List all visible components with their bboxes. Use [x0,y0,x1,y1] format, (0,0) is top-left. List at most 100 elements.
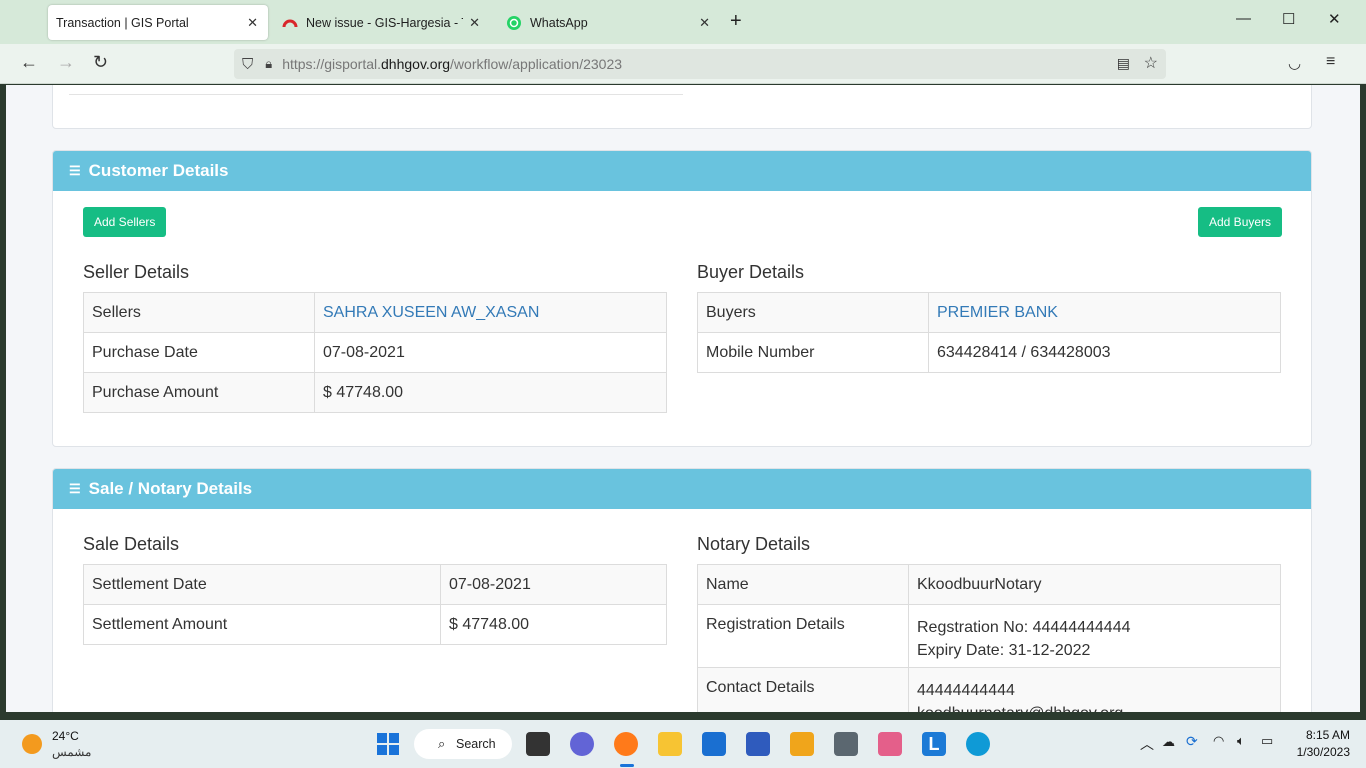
tab-title: Transaction | GIS Portal [56,15,189,30]
row-label: Purchase Amount [83,372,315,413]
reload-icon[interactable]: ↻ [93,52,108,73]
tab-title: New issue - GIS-Hargesia - Team [306,15,463,30]
close-tab-icon[interactable]: ✕ [469,15,480,31]
task-view-icon[interactable] [526,732,550,756]
notary-details-title: Notary Details [697,534,811,554]
contact-phone: 44444444444 [917,682,1015,699]
battery-icon[interactable]: ▭ [1261,733,1273,749]
forward-icon[interactable]: → [57,52,75,73]
file-explorer-icon[interactable] [658,732,682,756]
row-label: Name [697,564,909,605]
maximize-icon[interactable]: ☐ [1282,10,1295,28]
l-app-icon[interactable]: L [922,732,946,756]
whatsapp-icon [506,15,522,31]
tab-transaction[interactable]: Transaction | GIS Portal ✕ [48,5,268,40]
list-icon: ☰ [69,163,81,178]
shield-icon[interactable]: ⛉ [242,56,253,73]
tab-title: WhatsApp [530,15,588,30]
search-icon: ⌕ [438,736,446,751]
clock-time[interactable]: 8:15 AM [1290,728,1350,742]
seller-name-link[interactable]: SAHRA XUSEEN AW_XASAN [314,292,667,333]
edge-icon[interactable] [966,732,990,756]
address-bar[interactable]: ⛉ 🔒︎ https://gisportal.dhhgov.org/workfl… [234,49,1166,79]
sale-table: Settlement Date 07-08-2021 Settlement Am… [83,564,667,645]
customer-details-card: ☰ Customer Details Add Sellers Add Buyer… [52,150,1312,447]
cloud-off-icon[interactable]: ☁ [1162,734,1175,750]
new-tab-button[interactable]: + [730,10,742,33]
notary-table: Name KkoodbuurNotary Registration Detail… [697,564,1281,712]
sale-details-title: Sale Details [83,534,180,554]
tab-whatsapp[interactable]: WhatsApp ✕ [498,5,720,40]
buyer-name-link[interactable]: PREMIER BANK [928,292,1281,333]
row-value: 07-08-2021 [314,332,667,373]
divider [69,94,683,95]
add-sellers-button[interactable]: Add Sellers [83,207,167,237]
table-row: Mobile Number 634428414 / 634428003 [697,332,1281,373]
teams-chat-icon[interactable] [570,732,594,756]
pocket-icon[interactable]: ◡ [1288,54,1301,72]
weather-desc[interactable]: مشمس [52,745,91,759]
table-row: Buyers PREMIER BANK [697,292,1281,333]
table-row: Settlement Amount $ 47748.00 [83,604,667,645]
buyer-table: Buyers PREMIER BANK Mobile Number 634428… [697,292,1281,373]
previous-card [52,85,1312,129]
row-label: Settlement Amount [83,604,441,645]
windows-start-icon[interactable] [376,732,400,756]
row-label: Purchase Date [83,332,315,373]
sync-icon[interactable]: ⟳ [1186,733,1198,750]
table-row: Purchase Amount $ 47748.00 [83,372,667,413]
chevron-up-icon[interactable]: ︿ [1140,734,1154,754]
add-buyers-button[interactable]: Add Buyers [1198,207,1283,237]
gauge-icon [282,15,298,31]
store-icon[interactable] [746,732,770,756]
tab-new-issue[interactable]: New issue - GIS-Hargesia - Team ✕ [274,5,490,40]
taskbar-search[interactable]: ⌕ Search [414,729,512,759]
reader-view-icon[interactable]: ▤ [1117,55,1130,72]
row-label: Contact Details [697,667,909,712]
close-tab-icon[interactable]: ✕ [247,15,258,31]
expiry-date: Expiry Date: 31-12-2022 [917,642,1091,659]
table-row: Settlement Date 07-08-2021 [83,564,667,605]
row-value: 44444444444 koodbuurnotary@dhhgov.org [908,667,1281,712]
seller-details-title: Seller Details [83,262,190,282]
snipping-tool-icon[interactable] [878,732,902,756]
browser-tab-bar: Transaction | GIS Portal ✕ New issue - G… [0,0,1366,44]
card-title: Sale / Notary Details [88,479,253,498]
sun-icon[interactable] [22,734,42,754]
app-icon[interactable] [790,732,814,756]
row-label: Settlement Date [83,564,441,605]
taskbar: 24°C مشمس ⌕ Search L ︿ ☁ ⟳ ◠ 🔈︎ ▭ 8:15 A… [0,720,1366,768]
table-row: Name KkoodbuurNotary [697,564,1281,605]
volume-icon[interactable]: 🔈︎ [1237,733,1245,749]
table-row: Registration Details Regstration No: 444… [697,604,1281,668]
search-label: Search [456,737,496,751]
star-icon[interactable]: ☆ [1144,53,1158,73]
row-value: Regstration No: 44444444444 Expiry Date:… [908,604,1281,668]
wifi-icon[interactable]: ◠ [1213,733,1224,749]
row-value: $ 47748.00 [440,604,667,645]
row-value: KkoodbuurNotary [908,564,1281,605]
minimize-icon[interactable]: — [1236,10,1251,27]
firefox-icon[interactable] [614,732,638,756]
back-icon[interactable]: ← [20,52,38,73]
row-label: Sellers [83,292,315,333]
table-row: Contact Details 44444444444 koodbuurnota… [697,667,1281,712]
mail-icon[interactable] [702,732,726,756]
row-label: Mobile Number [697,332,929,373]
row-value: 07-08-2021 [440,564,667,605]
url-text[interactable]: https://gisportal.dhhgov.org/workflow/ap… [282,56,622,72]
close-window-icon[interactable]: ✕ [1328,10,1341,28]
weather-temp[interactable]: 24°C [52,729,79,743]
list-icon: ☰ [69,481,81,496]
table-row: Purchase Date 07-08-2021 [83,332,667,373]
page-content: ☰ Customer Details Add Sellers Add Buyer… [6,85,1360,712]
clock-date[interactable]: 1/30/2023 [1286,745,1350,759]
close-tab-icon[interactable]: ✕ [699,15,710,31]
contact-email: koodbuurnotary@dhhgov.org [917,702,1272,712]
lock-icon[interactable]: 🔒︎ [265,56,272,72]
seller-table: Sellers SAHRA XUSEEN AW_XASAN Purchase D… [83,292,667,413]
menu-icon[interactable]: ≡ [1326,53,1335,71]
calculator-icon[interactable] [834,732,858,756]
row-label: Buyers [697,292,929,333]
table-row: Sellers SAHRA XUSEEN AW_XASAN [83,292,667,333]
